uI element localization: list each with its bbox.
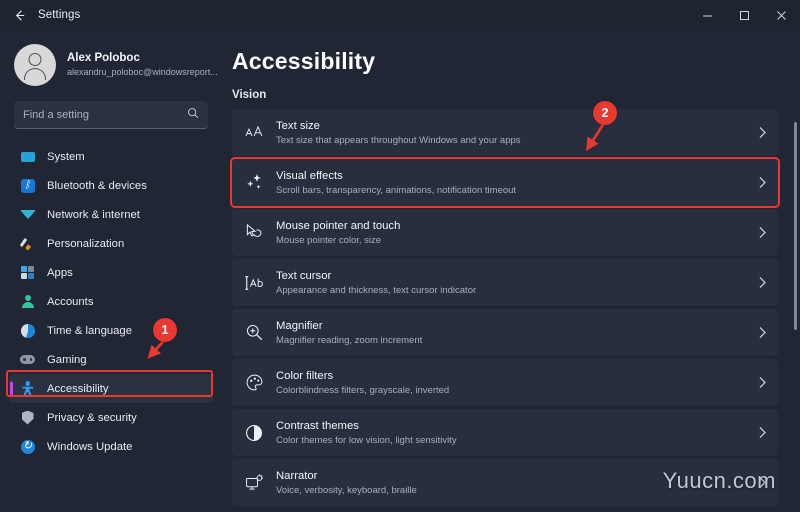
title-bar: Settings <box>0 0 800 30</box>
gamepad-icon <box>19 351 36 368</box>
sidebar-item-label: Apps <box>47 267 73 279</box>
card-text-size[interactable]: Text size Text size that appears through… <box>232 109 778 156</box>
card-title: Text size <box>276 119 746 133</box>
card-title: Text cursor <box>276 269 746 283</box>
chevron-right-icon <box>746 276 778 289</box>
sidebar-item-label: System <box>47 151 85 163</box>
sidebar-item-label: Network & internet <box>47 209 140 221</box>
sidebar-item-label: Time & language <box>47 325 132 337</box>
monitor-icon <box>19 148 36 165</box>
profile-name: Alex Poloboc <box>67 51 218 65</box>
profile-email: alexandru_poloboc@windowsreport... <box>67 66 218 79</box>
contrast-circle-icon <box>232 424 276 442</box>
main-content: Accessibility Vision Text size Text size… <box>222 30 800 512</box>
text-cursor-icon <box>232 275 276 291</box>
card-subtitle: Voice, verbosity, keyboard, braille <box>276 484 746 497</box>
card-title: Contrast themes <box>276 419 746 433</box>
card-text-cursor[interactable]: Text cursor Appearance and thickness, te… <box>232 259 778 306</box>
magnifier-icon <box>232 323 276 342</box>
text-size-icon <box>232 125 276 140</box>
sidebar-item-accounts[interactable]: Accounts <box>9 287 213 316</box>
scrollbar-thumb[interactable] <box>794 122 797 330</box>
sidebar-item-windows-update[interactable]: Windows Update <box>9 432 213 461</box>
account-person-icon <box>19 293 36 310</box>
chevron-right-icon <box>746 176 778 189</box>
content-scrollbar[interactable] <box>794 36 797 506</box>
sidebar: Alex Poloboc alexandru_poloboc@windowsre… <box>0 30 222 512</box>
minimize-button[interactable] <box>689 0 726 30</box>
sidebar-item-time-language[interactable]: Time & language <box>9 316 213 345</box>
wifi-icon <box>19 206 36 223</box>
card-subtitle: Text size that appears throughout Window… <box>276 134 746 147</box>
search-box[interactable] <box>14 101 208 129</box>
sidebar-item-personalization[interactable]: Personalization <box>9 229 213 258</box>
chevron-right-icon <box>746 126 778 139</box>
clock-globe-icon <box>19 322 36 339</box>
mouse-pointer-icon <box>232 223 276 242</box>
sidebar-item-label: Gaming <box>47 354 87 366</box>
sidebar-nav: System ᛒ Bluetooth & devices Network & i… <box>0 142 222 461</box>
active-indicator <box>10 381 13 396</box>
card-subtitle: Mouse pointer color, size <box>276 234 746 247</box>
sidebar-item-label: Accessibility <box>47 383 109 395</box>
color-palette-icon <box>232 373 276 392</box>
card-title: Magnifier <box>276 319 746 333</box>
windows-update-icon <box>19 438 36 455</box>
card-title: Visual effects <box>276 169 746 183</box>
chevron-right-icon <box>746 426 778 439</box>
chevron-right-icon <box>746 476 778 489</box>
sidebar-item-gaming[interactable]: Gaming <box>9 345 213 374</box>
maximize-button[interactable] <box>726 0 763 30</box>
card-visual-effects[interactable]: Visual effects Scroll bars, transparency… <box>232 159 778 206</box>
narrator-icon <box>232 474 276 492</box>
sparkles-icon <box>232 173 276 192</box>
sidebar-item-network-internet[interactable]: Network & internet <box>9 200 213 229</box>
bluetooth-icon: ᛒ <box>19 177 36 194</box>
card-narrator[interactable]: Narrator Voice, verbosity, keyboard, bra… <box>232 459 778 506</box>
chevron-right-icon <box>746 326 778 339</box>
section-heading-vision: Vision <box>222 75 800 109</box>
card-title: Mouse pointer and touch <box>276 219 746 233</box>
card-subtitle: Color themes for low vision, light sensi… <box>276 434 746 447</box>
card-subtitle: Magnifier reading, zoom increment <box>276 334 746 347</box>
card-title: Color filters <box>276 369 746 383</box>
profile-section[interactable]: Alex Poloboc alexandru_poloboc@windowsre… <box>0 30 222 86</box>
chevron-right-icon <box>746 376 778 389</box>
paintbrush-icon <box>19 235 36 252</box>
avatar <box>14 44 56 86</box>
sidebar-item-system[interactable]: System <box>9 142 213 171</box>
card-color-filters[interactable]: Color filters Colorblindness filters, gr… <box>232 359 778 406</box>
card-title: Narrator <box>276 469 746 483</box>
sidebar-item-label: Privacy & security <box>47 412 137 424</box>
sidebar-item-label: Personalization <box>47 238 124 250</box>
window-controls <box>689 0 800 30</box>
sidebar-item-accessibility[interactable]: Accessibility <box>9 374 213 403</box>
card-subtitle: Colorblindness filters, grayscale, inver… <box>276 384 746 397</box>
close-button[interactable] <box>763 0 800 30</box>
chevron-right-icon <box>746 226 778 239</box>
sidebar-item-label: Bluetooth & devices <box>47 180 147 192</box>
card-magnifier[interactable]: Magnifier Magnifier reading, zoom increm… <box>232 309 778 356</box>
page-title: Accessibility <box>222 30 800 75</box>
card-subtitle: Scroll bars, transparency, animations, n… <box>276 184 746 197</box>
window-title: Settings <box>38 9 80 21</box>
sidebar-item-label: Accounts <box>47 296 93 308</box>
sidebar-item-label: Windows Update <box>47 441 132 453</box>
accessibility-person-icon <box>19 380 36 397</box>
settings-window: Settings Alex Poloboc alexandru_poloboc@… <box>0 0 800 512</box>
card-subtitle: Appearance and thickness, text cursor in… <box>276 284 746 297</box>
sidebar-item-privacy-security[interactable]: Privacy & security <box>9 403 213 432</box>
back-arrow-icon[interactable] <box>0 0 38 30</box>
search-input[interactable] <box>23 109 183 121</box>
card-contrast-themes[interactable]: Contrast themes Color themes for low vis… <box>232 409 778 456</box>
apps-grid-icon <box>19 264 36 281</box>
sidebar-item-bluetooth-devices[interactable]: ᛒ Bluetooth & devices <box>9 171 213 200</box>
search-icon <box>187 107 199 122</box>
shield-icon <box>19 409 36 426</box>
card-mouse-pointer-and-touch[interactable]: Mouse pointer and touch Mouse pointer co… <box>232 209 778 256</box>
sidebar-item-apps[interactable]: Apps <box>9 258 213 287</box>
